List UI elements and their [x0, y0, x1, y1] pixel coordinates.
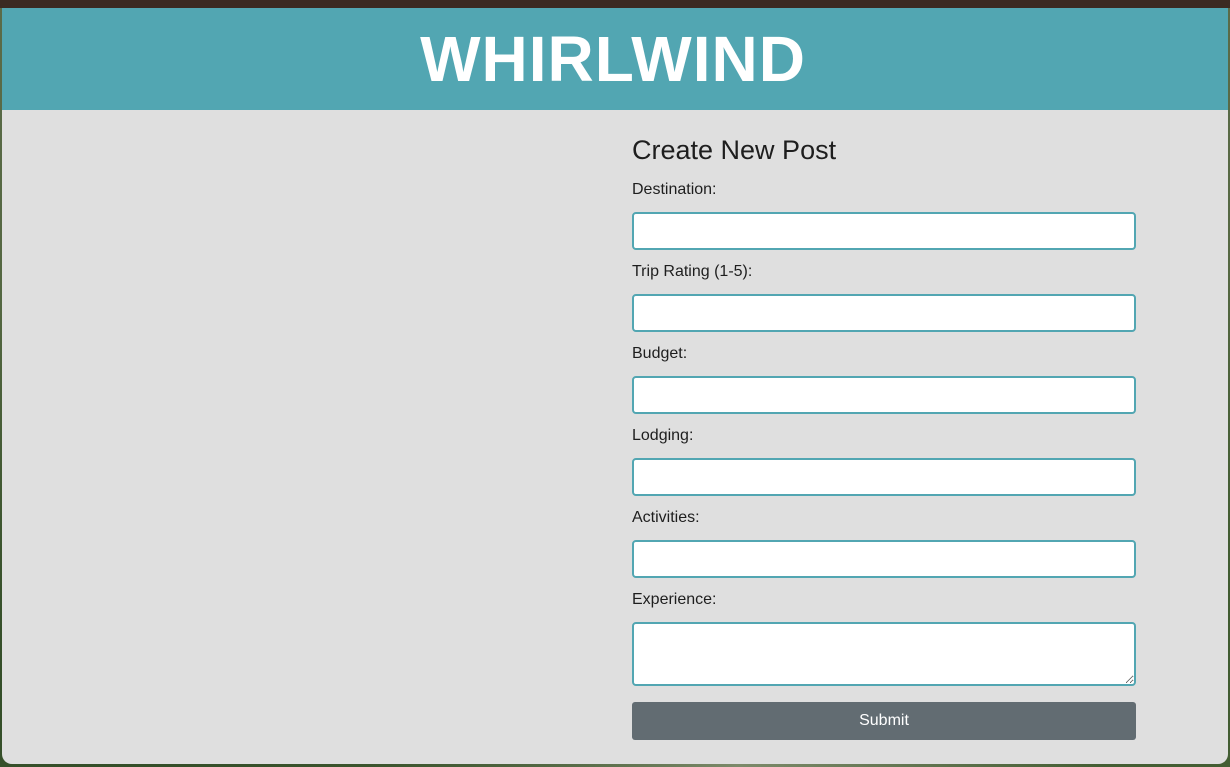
budget-label: Budget:: [632, 345, 688, 362]
app-title: WHIRLWIND: [420, 23, 806, 95]
lodging-input[interactable]: [632, 458, 1136, 496]
app-window: WHIRLWIND Create New Post Destination: T…: [2, 8, 1228, 764]
trip-rating-input[interactable]: [632, 294, 1136, 332]
app-header: WHIRLWIND: [2, 8, 1228, 110]
lodging-label: Lodging:: [632, 427, 694, 444]
experience-textarea[interactable]: [632, 622, 1136, 686]
activities-label: Activities:: [632, 509, 700, 526]
trip-rating-label: Trip Rating (1-5):: [632, 263, 753, 280]
destination-label: Destination:: [632, 181, 717, 198]
submit-button[interactable]: Submit: [632, 702, 1136, 740]
form-title: Create New Post: [632, 135, 837, 165]
activities-input[interactable]: [632, 540, 1136, 578]
budget-input[interactable]: [632, 376, 1136, 414]
experience-label: Experience:: [632, 591, 717, 608]
left-panel: [2, 110, 622, 764]
create-post-form: Create New Post Destination: Trip Rating…: [632, 110, 1136, 740]
destination-input[interactable]: [632, 212, 1136, 250]
